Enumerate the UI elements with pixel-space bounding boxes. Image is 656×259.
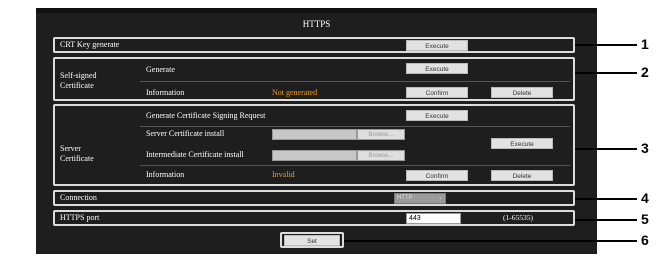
- set-button[interactable]: Set: [284, 235, 340, 246]
- server-cert-label-2: Certificate: [60, 154, 94, 163]
- callout-number-2: 2: [641, 64, 649, 80]
- csr-execute-button[interactable]: Execute: [406, 110, 468, 121]
- self-signed-generate-label: Generate: [146, 65, 175, 74]
- callout-number-5: 5: [641, 211, 649, 227]
- connection-label: Connection: [60, 193, 97, 202]
- server-cert-browse-button[interactable]: Browse...: [357, 129, 405, 140]
- connection-section: [53, 190, 575, 206]
- server-divider-1: [140, 126, 570, 127]
- callout-number-1: 1: [641, 36, 649, 52]
- self-signed-divider: [140, 81, 570, 82]
- intermediate-cert-browse-button[interactable]: Browse...: [357, 150, 405, 161]
- server-info-label: Information: [146, 170, 185, 179]
- https-port-section: [53, 210, 575, 226]
- callout-line-5: [575, 219, 637, 221]
- callout-line-2: [575, 72, 637, 74]
- chevron-down-icon: ⌄: [437, 195, 443, 201]
- server-confirm-button[interactable]: Confirm: [406, 170, 468, 181]
- server-cert-label-1: Server: [60, 144, 81, 153]
- intermediate-install-label: Intermediate Certificate install: [146, 150, 244, 159]
- install-execute-button[interactable]: Execute: [491, 138, 553, 149]
- connection-selected-value: HTTP: [397, 195, 413, 201]
- callout-number-6: 6: [641, 232, 649, 248]
- self-signed-generate-button[interactable]: Execute: [406, 63, 468, 74]
- https-port-range: (1-65535): [503, 213, 533, 222]
- self-signed-info-status: Not generated: [272, 88, 318, 97]
- crt-execute-button[interactable]: Execute: [406, 40, 468, 51]
- server-install-label: Server Certificate install: [146, 129, 225, 138]
- callout-line-6: [344, 240, 637, 242]
- https-port-input[interactable]: 443: [406, 213, 461, 224]
- self-signed-label-2: Certificate: [60, 81, 94, 90]
- csr-label: Generate Certificate Signing Request: [146, 111, 266, 120]
- callout-number-3: 3: [641, 140, 649, 156]
- server-divider-2: [140, 165, 570, 166]
- crt-key-label: CRT Key generate: [60, 40, 120, 49]
- server-delete-button[interactable]: Delete: [491, 170, 553, 181]
- callout-line-4: [575, 198, 637, 200]
- self-signed-info-label: Information: [146, 88, 185, 97]
- callout-line-1: [575, 44, 637, 46]
- server-cert-file-field[interactable]: [272, 129, 357, 140]
- top-bar: [36, 8, 597, 13]
- callout-line-3: [575, 148, 637, 150]
- self-signed-confirm-button[interactable]: Confirm: [406, 87, 468, 98]
- https-settings-panel: HTTPS CRT Key generate Execute Self-sign…: [36, 8, 597, 254]
- https-port-label: HTTPS port: [60, 213, 100, 222]
- page-title: HTTPS: [302, 19, 331, 29]
- self-signed-label-1: Self-signed: [60, 71, 97, 80]
- connection-select[interactable]: HTTP ⌄: [394, 193, 446, 204]
- self-signed-delete-button[interactable]: Delete: [491, 87, 553, 98]
- intermediate-cert-file-field[interactable]: [272, 150, 357, 161]
- server-info-status: Invalid: [272, 170, 295, 179]
- callout-number-4: 4: [641, 190, 649, 206]
- crt-key-section: [53, 37, 575, 53]
